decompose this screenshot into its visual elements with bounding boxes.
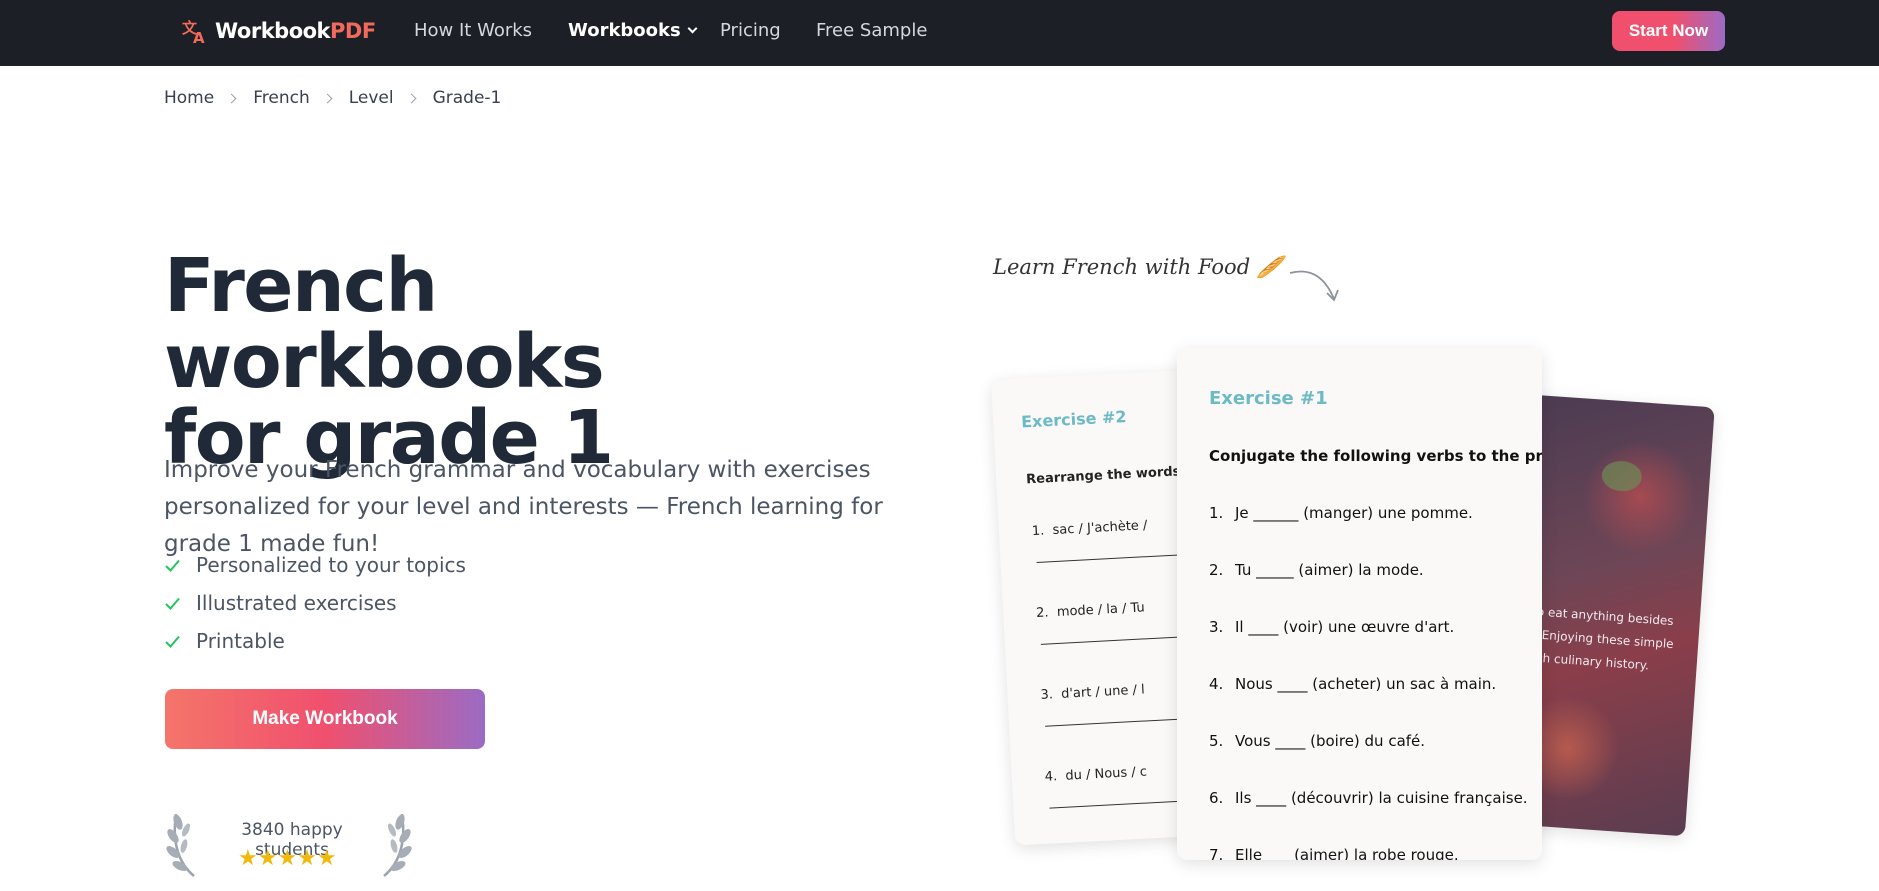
make-workbook-button[interactable]: Make Workbook bbox=[165, 689, 485, 749]
item-number: 5. bbox=[1209, 732, 1224, 750]
item-text: Nous ____ (acheter) un sac à main. bbox=[1235, 675, 1497, 693]
check-icon bbox=[165, 635, 180, 648]
item-number: 6. bbox=[1209, 789, 1224, 807]
curved-arrow-icon bbox=[1289, 270, 1339, 302]
exercise-1-title: Exercise #1 bbox=[1209, 388, 1328, 409]
star-rating-icon: ★★★★★ bbox=[238, 846, 337, 871]
exercise-2-title: Exercise #2 bbox=[1020, 407, 1128, 432]
exercise-1-card: Exercise #1 Conjugate the following verb… bbox=[1177, 348, 1542, 860]
item-number: 3. bbox=[1040, 687, 1054, 703]
food-photo bbox=[1576, 438, 1704, 557]
svg-text:A: A bbox=[193, 29, 205, 45]
logo-text: WorkbookPDF bbox=[215, 19, 376, 43]
chevron-down-icon bbox=[687, 23, 698, 34]
title-line-1: French workbooks bbox=[164, 243, 605, 405]
list-item: 1. sac / J'achète / bbox=[1032, 518, 1148, 539]
nav-workbooks[interactable]: Workbooks bbox=[568, 20, 698, 41]
item-text: Elle ___ (aimer) la robe rouge. bbox=[1235, 846, 1459, 860]
item-words: du / Nous / c bbox=[1065, 764, 1148, 784]
list-item: 2. mode / la / Tu bbox=[1036, 600, 1145, 621]
breadcrumb-home[interactable]: Home bbox=[164, 88, 214, 108]
item-text: Je ______ (manger) une pomme. bbox=[1235, 504, 1473, 522]
breadcrumb: Home French Level Grade-1 bbox=[164, 88, 501, 108]
nav-pricing[interactable]: Pricing bbox=[720, 20, 781, 41]
breadcrumb-french[interactable]: French bbox=[253, 88, 310, 108]
happy-students-badge: 3840 happy students ★★★★★ bbox=[164, 808, 414, 880]
item-words: mode / la / Tu bbox=[1056, 600, 1146, 620]
logo[interactable]: 文 A WorkbookPDF bbox=[181, 17, 376, 45]
list-item: 1. Je ______ (manger) une pomme. bbox=[1209, 504, 1473, 522]
feature-item: Illustrated exercises bbox=[164, 584, 466, 622]
item-text: Tu _____ (aimer) la mode. bbox=[1235, 561, 1424, 579]
check-icon bbox=[165, 559, 180, 572]
laurel-right-icon bbox=[383, 813, 412, 877]
item-number: 1. bbox=[1031, 523, 1045, 540]
breadcrumb-level[interactable]: Level bbox=[349, 88, 394, 108]
nav-workbooks-label: Workbooks bbox=[568, 20, 681, 41]
list-item: 5. Vous ____ (boire) du café. bbox=[1209, 732, 1425, 750]
feature-list: Personalized to your topics Illustrated … bbox=[164, 546, 466, 660]
item-text: Vous ____ (boire) du café. bbox=[1235, 732, 1426, 750]
laurel-left-icon bbox=[166, 813, 195, 877]
chevron-right-icon bbox=[406, 93, 417, 103]
start-now-button[interactable]: Start Now bbox=[1612, 11, 1725, 51]
nav-how-it-works[interactable]: How It Works bbox=[414, 20, 532, 41]
item-number: 7. bbox=[1209, 846, 1224, 860]
breadcrumb-current: Grade-1 bbox=[432, 88, 502, 108]
handwritten-caption: Learn French with Food 🥖 bbox=[993, 255, 1283, 279]
top-navbar: 文 A WorkbookPDF How It Works Workbooks P… bbox=[0, 0, 1879, 66]
list-item: 7. Elle ___ (aimer) la robe rouge. bbox=[1209, 846, 1459, 860]
exercise-1-instruction: Conjugate the following verbs to the pre… bbox=[1209, 447, 1542, 465]
item-text: Il ____ (voir) une œuvre d'art. bbox=[1235, 618, 1455, 636]
exercise-2-instruction: Rearrange the words to bbox=[1025, 463, 1201, 488]
chevron-right-icon bbox=[226, 93, 237, 103]
chevron-right-icon bbox=[322, 93, 333, 103]
item-number: 3. bbox=[1209, 618, 1224, 636]
item-number: 4. bbox=[1209, 675, 1224, 693]
item-number: 2. bbox=[1035, 605, 1050, 622]
list-item: 3. Il ____ (voir) une œuvre d'art. bbox=[1209, 618, 1454, 636]
nav-free-sample[interactable]: Free Sample bbox=[816, 20, 927, 41]
item-number: 2. bbox=[1209, 561, 1224, 579]
list-item: 3. d'art / une / l bbox=[1040, 682, 1145, 702]
list-item: 4. du / Nous / c bbox=[1044, 764, 1147, 784]
translate-icon: 文 A bbox=[182, 19, 205, 45]
feature-label: Personalized to your topics bbox=[196, 553, 466, 577]
check-icon bbox=[165, 597, 180, 610]
feature-label: Printable bbox=[196, 629, 285, 653]
feature-item: Personalized to your topics bbox=[164, 546, 466, 584]
list-item: 6. Ils ____ (découvrir) la cuisine frança… bbox=[1209, 789, 1528, 807]
list-item: 4. Nous ____ (acheter) un sac à main. bbox=[1209, 675, 1496, 693]
feature-label: Illustrated exercises bbox=[196, 591, 397, 615]
item-text: Ils ____ (découvrir) la cuisine français… bbox=[1235, 789, 1528, 807]
item-words: d'art / une / l bbox=[1060, 682, 1146, 702]
item-number: 1. bbox=[1209, 504, 1224, 522]
feature-item: Printable bbox=[164, 622, 466, 660]
item-words: sac / J'achète / bbox=[1052, 518, 1148, 539]
page-title: French workbooks for grade 1 bbox=[164, 248, 884, 476]
item-number: 4. bbox=[1044, 769, 1058, 785]
list-item: 2. Tu _____ (aimer) la mode. bbox=[1209, 561, 1424, 579]
